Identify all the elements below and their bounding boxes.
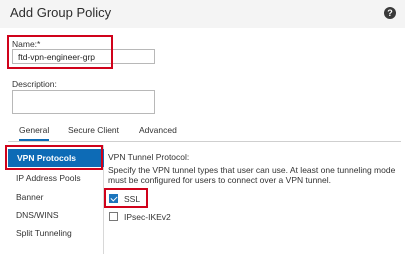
nav-item-banner[interactable]: Banner [16,192,43,202]
nav-item-vpn-protocols[interactable]: VPN Protocols [8,149,104,167]
vpn-tunnel-protocol-description: Specify the VPN tunnel types that user c… [108,165,396,185]
tab-advanced[interactable]: Advanced [139,125,177,135]
side-nav: VPN Protocols IP Address Pools Banner DN… [8,145,104,254]
dialog-header: Add Group Policy ? [0,0,405,28]
tab-general[interactable]: General [19,125,50,141]
ipsec-ikev2-label: IPsec-IKEv2 [124,212,171,222]
ipsec-ikev2-checkbox[interactable] [109,212,118,221]
vpn-tunnel-protocol-heading: VPN Tunnel Protocol: [108,152,190,162]
dialog-title: Add Group Policy [10,5,112,20]
nav-item-dns-wins[interactable]: DNS/WINS [16,210,59,220]
nav-item-split-tunneling[interactable]: Split Tunneling [16,228,72,238]
tab-bar: General Secure Client Advanced [8,122,401,142]
tab-secure-client[interactable]: Secure Client [68,125,119,135]
description-input[interactable] [12,90,155,114]
name-input[interactable] [12,49,155,64]
description-label: Description: [12,79,57,89]
name-label: Name:* [12,39,41,49]
ssl-label: SSL [124,194,141,204]
help-icon[interactable]: ? [384,7,396,19]
nav-item-ip-address-pools[interactable]: IP Address Pools [16,173,81,183]
ssl-checkbox[interactable] [109,194,118,203]
